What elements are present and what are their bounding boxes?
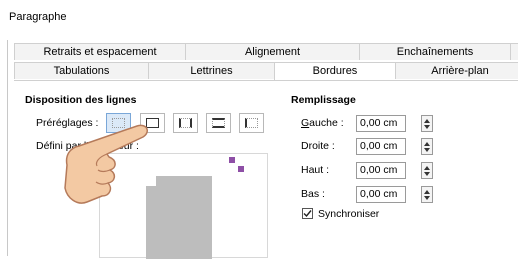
tab-tabs[interactable]: Tabulations [14,62,148,79]
preset-top-bottom-icon [212,118,225,128]
tab-text-flow[interactable]: Enchaînements [359,43,510,60]
tab-indents-spacing[interactable]: Retraits et espacement [14,43,185,60]
tab-background[interactable]: Arrière-plan [395,62,518,79]
padding-heading: Remplissage [291,94,356,106]
padding-top-spinner[interactable] [421,162,433,179]
tab-borders[interactable]: Bordures [274,62,395,81]
tab-drop-caps[interactable]: Lettrines [148,62,274,79]
tab-alignment[interactable]: Alignement [185,43,359,60]
padding-left-label-text: auche : [309,117,344,129]
spin-down-icon [424,196,430,200]
padding-left-label: Gauche : [301,117,344,129]
spin-up-icon [424,142,430,146]
spin-up-icon [424,166,430,170]
preset-top-bottom-button[interactable] [206,113,231,133]
spin-down-icon [424,148,430,152]
padding-top-input[interactable]: 0,00 cm [356,162,406,179]
preset-left-icon [245,118,258,128]
spin-up-icon [424,119,430,123]
line-arrangement-heading: Disposition des lignes [25,94,137,106]
preset-left-right-icon [179,118,192,128]
tab-row-2: Tabulations Lettrines Bordures Arrière-p… [14,62,518,81]
dialog-left-border [7,40,8,256]
padding-top-label: Haut : [301,164,330,176]
spin-down-icon [424,125,430,129]
synchronize-label[interactable]: Synchroniser [318,208,379,220]
preview-marker-top [229,157,235,163]
padding-left-input[interactable]: 0,00 cm [356,115,406,132]
preview-marker-right [238,166,244,172]
checkmark-icon [303,210,312,218]
preset-left-right-button[interactable] [173,113,198,133]
padding-bottom-spinner[interactable] [421,186,433,203]
tab-overflow[interactable] [510,43,518,60]
tab-panel-top-border [14,80,518,81]
padding-bottom-label: Bas : [301,188,325,200]
dialog-title: Paragraphe [9,11,67,23]
preset-left-button[interactable] [239,113,264,133]
padding-right-label: Droite : [301,140,335,152]
padding-right-spinner[interactable] [421,138,433,155]
padding-bottom-input[interactable]: 0,00 cm [356,186,406,203]
pointing-hand-icon [64,124,148,204]
spin-down-icon [424,172,430,176]
preview-paragraph-block [146,176,212,259]
synchronize-checkbox[interactable] [302,208,313,219]
padding-right-input[interactable]: 0,00 cm [356,138,406,155]
padding-left-spinner[interactable] [421,115,433,132]
spin-up-icon [424,190,430,194]
tab-row-1: Retraits et espacement Alignement Enchaî… [14,43,518,60]
